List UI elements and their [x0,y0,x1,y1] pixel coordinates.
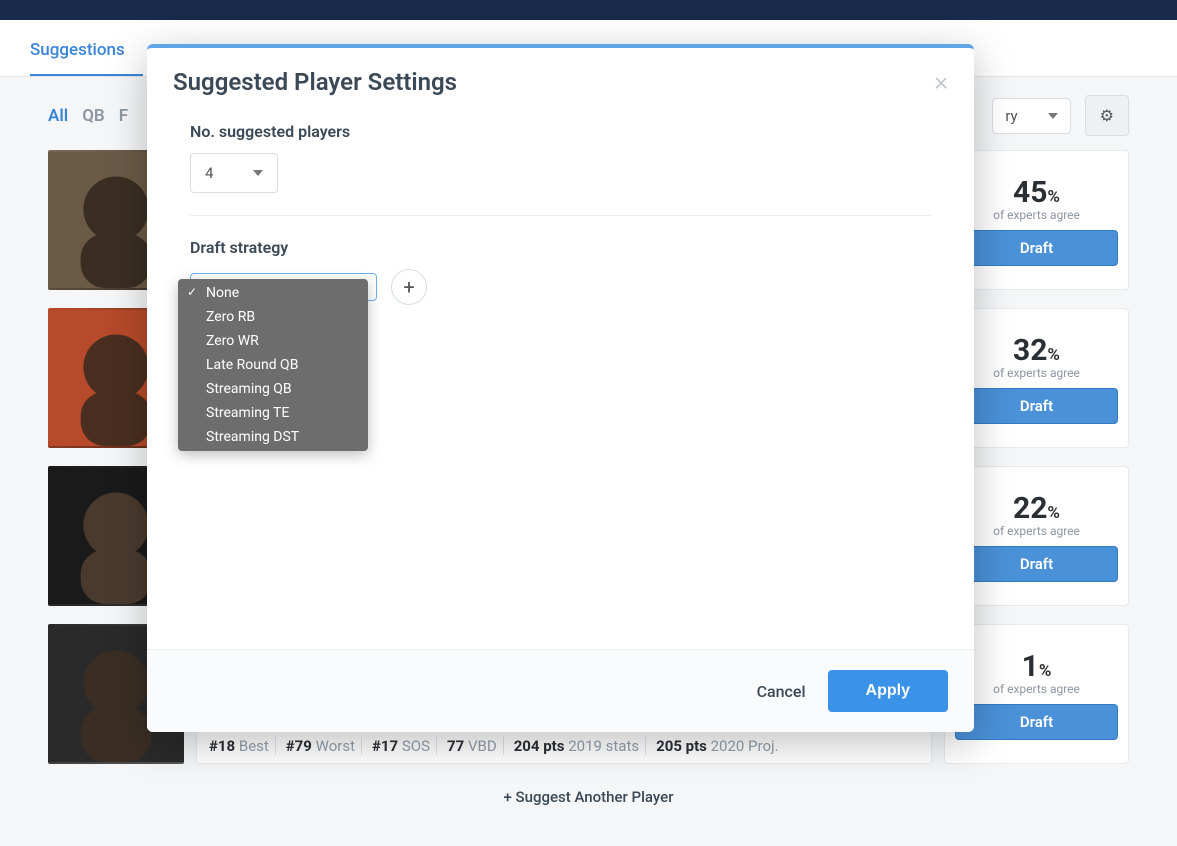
settings-modal: Suggested Player Settings × No. suggeste… [147,44,974,732]
apply-button[interactable]: Apply [828,670,948,712]
num-suggested-value: 4 [205,164,213,182]
add-strategy-button[interactable]: + [391,269,427,305]
dropdown-option-zero-rb[interactable]: Zero RB [178,305,368,329]
dropdown-option-streaming-dst[interactable]: Streaming DST [178,425,368,451]
plus-icon: + [403,275,414,299]
num-suggested-select[interactable]: 4 [190,153,278,193]
strategy-dropdown: None Zero RB Zero WR Late Round QB Strea… [178,279,368,451]
modal-body: No. suggested players 4 Draft strategy +… [147,106,974,649]
modal-title: Suggested Player Settings [173,68,457,96]
dropdown-option-streaming-te[interactable]: Streaming TE [178,401,368,425]
draft-strategy-row: + None Zero RB Zero WR Late Round QB Str… [190,269,948,305]
modal-footer: Cancel Apply [147,649,974,732]
dropdown-option-streaming-qb[interactable]: Streaming QB [178,377,368,401]
dropdown-option-late-round-qb[interactable]: Late Round QB [178,353,368,377]
num-suggested-label: No. suggested players [190,122,948,141]
divider [190,215,931,216]
dropdown-option-none[interactable]: None [178,279,368,305]
modal-header: Suggested Player Settings × [147,48,974,106]
chevron-down-icon [253,170,263,176]
cancel-button[interactable]: Cancel [757,682,806,701]
close-icon[interactable]: × [934,69,948,95]
dropdown-option-zero-wr[interactable]: Zero WR [178,329,368,353]
draft-strategy-label: Draft strategy [190,238,948,257]
